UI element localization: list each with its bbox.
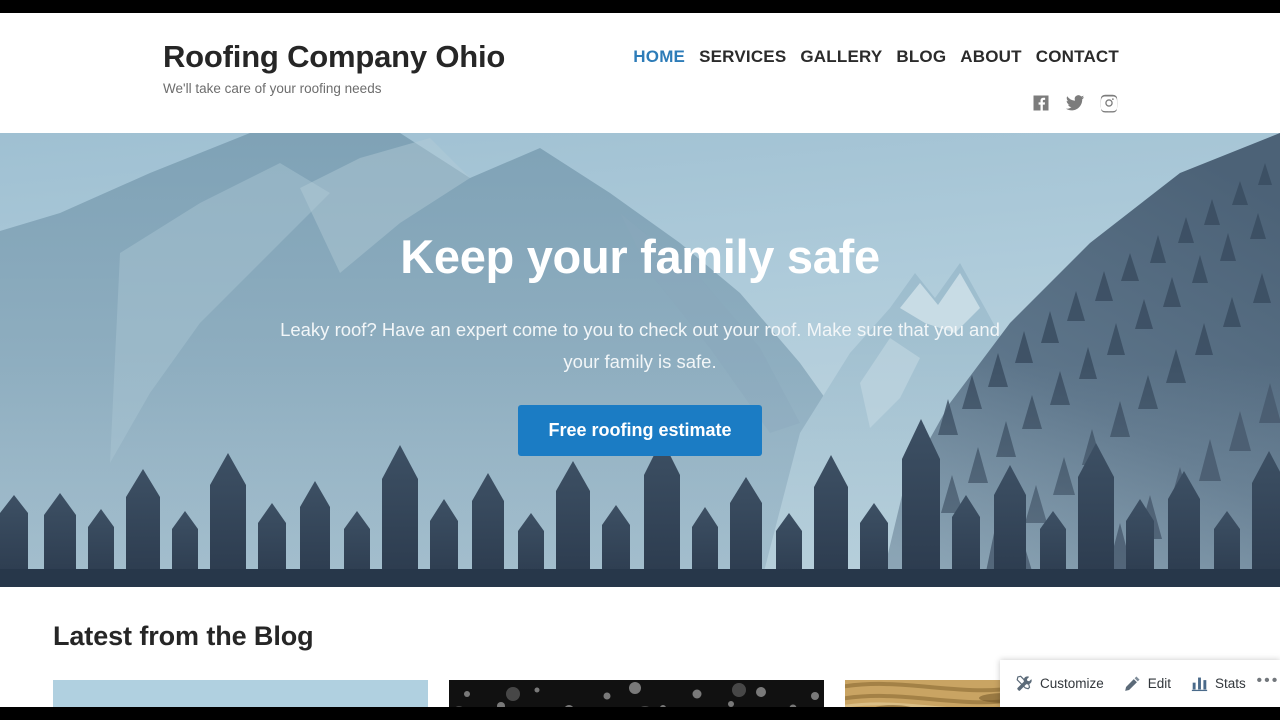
screen: Roofing Company Ohio We'll take care of … — [0, 0, 1280, 720]
primary-navigation[interactable]: HOME SERVICES GALLERY BLOG ABOUT CONTACT — [633, 47, 1119, 67]
browser-page: Roofing Company Ohio We'll take care of … — [0, 13, 1280, 707]
twitter-icon[interactable] — [1065, 93, 1085, 113]
edit-button[interactable]: Edit — [1114, 660, 1181, 707]
site-tagline: We'll take care of your roofing needs — [163, 81, 382, 97]
site-title[interactable]: Roofing Company Ohio — [163, 39, 505, 74]
facebook-icon[interactable] — [1031, 93, 1051, 113]
customize-label: Customize — [1040, 676, 1104, 691]
blog-card[interactable] — [53, 680, 428, 707]
hero-subtitle: Leaky roof? Have an expert come to you t… — [280, 318, 1000, 372]
pencil-icon — [1124, 675, 1141, 692]
tools-icon — [1016, 675, 1033, 692]
bar-chart-icon — [1191, 675, 1208, 692]
blog-section-heading: Latest from the Blog — [53, 621, 314, 651]
nav-item-services[interactable]: SERVICES — [699, 47, 786, 67]
blog-thumb-dark-texture[interactable] — [449, 680, 824, 707]
hero-content: Keep your family safe Leaky roof? Have a… — [0, 133, 1280, 587]
nav-item-gallery[interactable]: GALLERY — [800, 47, 882, 67]
customize-button[interactable]: Customize — [1000, 660, 1114, 707]
site-branding[interactable]: Roofing Company Ohio We'll take care of … — [163, 39, 505, 97]
letterbox-top-bar — [0, 0, 1280, 13]
stats-label: Stats — [1215, 676, 1246, 691]
more-options-button[interactable]: ••• — [1256, 660, 1280, 707]
social-links — [1031, 93, 1119, 113]
nav-item-blog[interactable]: BLOG — [896, 47, 946, 67]
nav-item-contact[interactable]: CONTACT — [1036, 47, 1119, 67]
stats-button[interactable]: Stats — [1181, 660, 1256, 707]
free-roofing-estimate-button[interactable]: Free roofing estimate — [518, 405, 762, 457]
instagram-icon[interactable] — [1099, 93, 1119, 113]
blog-thumb-light-blue[interactable] — [53, 680, 428, 707]
blog-card[interactable] — [449, 680, 824, 707]
nav-item-about[interactable]: ABOUT — [960, 47, 1021, 67]
letterbox-bottom-bar — [0, 707, 1280, 720]
nav-item-home[interactable]: HOME — [633, 47, 685, 67]
site-header: Roofing Company Ohio We'll take care of … — [0, 13, 1280, 133]
hero-banner: Keep your family safe Leaky roof? Have a… — [0, 133, 1280, 587]
edit-label: Edit — [1147, 676, 1172, 691]
wordpress-admin-bar: Customize Edit Stats ••• — [1000, 660, 1280, 707]
hero-title: Keep your family safe — [400, 230, 880, 283]
